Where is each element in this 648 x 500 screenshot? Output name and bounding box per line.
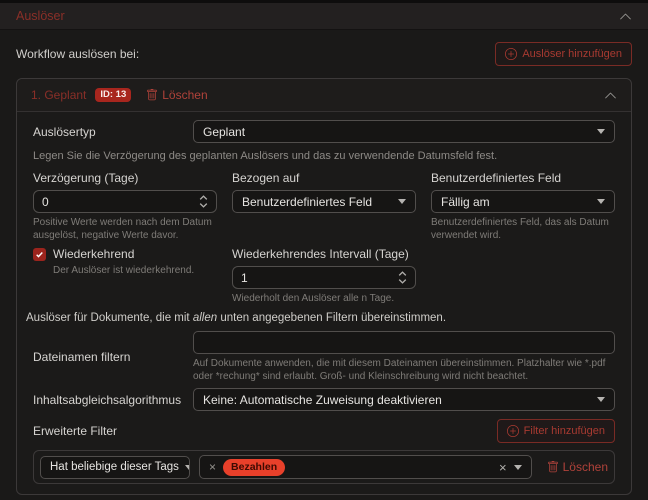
filename-filter-row: Dateinamen filtern Auf Dokumente anwende… [33,331,615,383]
trigger-panel: 1. Geplant ID: 13 Löschen Auslösertyp Ge… [16,78,632,495]
trash-icon [547,461,559,473]
custom-field-help: Benutzerdefiniertes Feld, das als Datum … [431,216,615,242]
trigger-panel-title: 1. Geplant [31,88,86,102]
delete-filter-label: Löschen [563,460,608,474]
relative-to-select[interactable]: Benutzerdefiniertes Feld [232,190,416,213]
interval-field: Wiederkehrendes Intervall (Tage) Wiederh… [232,247,416,305]
trigger-section-header[interactable]: Auslöser [0,3,648,30]
trigger-type-label: Auslösertyp [33,125,193,139]
trigger-panel-header[interactable]: 1. Geplant ID: 13 Löschen [17,79,631,112]
caret-down-icon [185,465,190,470]
filter-rule-tags-select[interactable]: × Bezahlen × [199,455,532,479]
advanced-filters-header: Erweiterte Filter Filter hinzufügen [33,419,615,443]
clear-selection-icon[interactable]: × [499,461,507,474]
relative-to-value: Benutzerdefiniertes Feld [242,195,372,209]
workflow-trigger-toolbar: Workflow auslösen bei: Auslöser hinzufüg… [16,42,632,66]
plus-circle-icon [505,48,517,60]
trigger-panel-body: Auslösertyp Geplant Legen Sie die Verzög… [17,112,631,494]
schedule-settings-row: Verzögerung (Tage) Positive Werte werden… [33,171,615,242]
offset-days-input[interactable] [33,190,217,213]
custom-field-label: Benutzerdefiniertes Feld [431,171,615,185]
filename-filter-input[interactable] [193,331,615,354]
number-spinner-icon[interactable] [398,271,407,284]
add-filter-button[interactable]: Filter hinzufügen [497,419,615,443]
chevron-up-icon[interactable] [619,10,632,23]
trigger-type-value: Geplant [203,125,245,139]
interval-value[interactable] [241,271,398,285]
matching-algorithm-value: Keine: Automatische Zuweisung deaktivier… [203,393,442,407]
filename-filter-help: Auf Dokumente anwenden, die mit diesem D… [193,357,615,383]
interval-label: Wiederkehrendes Intervall (Tage) [232,247,416,261]
tag-chip: Bezahlen [223,459,285,476]
recurring-help: Der Auslöser ist wiederkehrend. [53,264,217,277]
recurring-row: Wiederkehrend Der Auslöser ist wiederkeh… [33,247,615,305]
chevron-up-icon[interactable] [604,89,617,102]
trigger-section-body: Workflow auslösen bei: Auslöser hinzufüg… [0,30,648,495]
add-trigger-button[interactable]: Auslöser hinzufügen [495,42,632,66]
trash-icon [146,89,158,101]
advanced-filters-label: Erweiterte Filter [33,424,117,438]
offset-label: Verzögerung (Tage) [33,171,217,185]
delete-filter-button[interactable]: Löschen [547,460,608,474]
remove-tag-icon[interactable]: × [209,461,216,473]
relative-to-label: Bezogen auf [232,171,416,185]
filter-rule-type-select[interactable]: Hat beliebige dieser Tags [40,456,190,479]
trigger-type-select[interactable]: Geplant [193,120,615,143]
interval-input[interactable] [232,266,416,289]
matching-algorithm-label: Inhaltsabgleichsalgorithmus [33,393,193,407]
workflow-trigger-intro: Workflow auslösen bei: [16,47,139,61]
offset-help: Positive Werte werden nach dem Datum aus… [33,216,223,242]
custom-field-field: Benutzerdefiniertes Feld Fällig am Benut… [431,171,615,242]
filter-rule-row: Hat beliebige dieser Tags × Bezahlen × [33,450,615,484]
custom-field-value: Fällig am [441,195,490,209]
add-trigger-label: Auslöser hinzufügen [522,49,622,60]
number-spinner-icon[interactable] [199,195,208,208]
section-title: Auslöser [16,9,65,23]
filename-filter-label: Dateinamen filtern [33,350,193,364]
filter-rule-type-value: Hat beliebige dieser Tags [50,461,179,473]
offset-days-value[interactable] [42,195,199,209]
trigger-id-badge: ID: 13 [95,88,131,103]
offset-field: Verzögerung (Tage) Positive Werte werden… [33,171,217,242]
recurring-label: Wiederkehrend [53,247,134,261]
relative-to-field: Bezogen auf Benutzerdefiniertes Feld [232,171,416,242]
delete-trigger-button[interactable]: Löschen [146,88,207,102]
check-icon [35,250,44,259]
plus-circle-icon [507,425,519,437]
interval-help: Wiederholt den Auslöser alle n Tage. [232,292,416,305]
caret-down-icon [398,199,406,204]
workflow-trigger-card: Auslöser Workflow auslösen bei: Auslöser… [0,0,648,500]
matching-algorithm-row: Inhaltsabgleichsalgorithmus Keine: Autom… [33,388,615,411]
caret-down-icon [597,129,605,134]
caret-down-icon[interactable] [514,465,522,470]
schedule-hint: Legen Sie die Verzögerung des geplanten … [33,150,615,162]
add-filter-label: Filter hinzufügen [524,426,605,437]
caret-down-icon [597,199,605,204]
recurring-field: Wiederkehrend Der Auslöser ist wiederkeh… [33,247,217,305]
matching-algorithm-select[interactable]: Keine: Automatische Zuweisung deaktivier… [193,388,615,411]
delete-trigger-label: Löschen [162,88,207,102]
custom-field-select[interactable]: Fällig am [431,190,615,213]
caret-down-icon [597,397,605,402]
recurring-checkbox[interactable] [33,248,46,261]
filters-intro: Auslöser für Dokumente, die mit allen un… [26,312,615,324]
